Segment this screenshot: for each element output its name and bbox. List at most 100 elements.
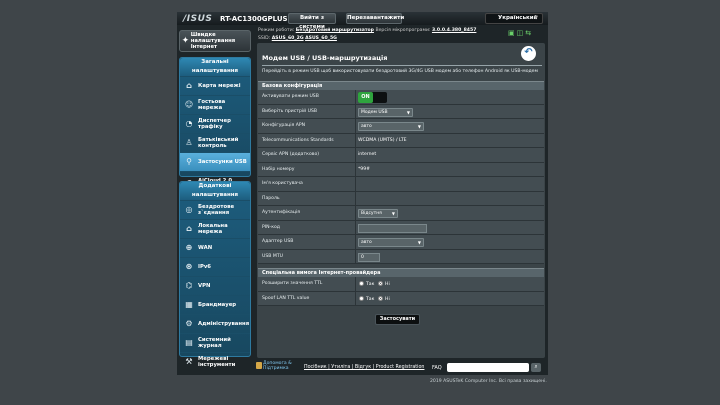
usb-adapter-value: авто	[361, 240, 372, 245]
toggle-on-label: ON	[358, 92, 373, 103]
telecom-label: Telecommunications Standards	[262, 137, 334, 143]
help-support-link[interactable]: Допомога & Підтримка	[263, 361, 301, 371]
sidebar-item-parental-control[interactable]: ♙ Батьківський контроль	[180, 133, 250, 152]
apn-service-label: Сервіс APN (додатково)	[262, 152, 320, 157]
usb-adapter-select[interactable]: авто ▼	[358, 238, 424, 247]
vpn-icon: ⌬	[185, 281, 193, 290]
parental-control-icon: ♙	[185, 138, 193, 147]
sidebar-item-wireless[interactable]: ◎ Бездротове з`єднання	[180, 200, 250, 219]
general-settings-group: Загальні налаштування ⌂ Карта мережі ☺ Гос…	[179, 57, 251, 185]
sidebar-item-ipv6[interactable]: ⊛ IPv6	[180, 257, 250, 276]
search-icon[interactable]: ⌕	[531, 363, 541, 372]
network-map-icon: ⌂	[186, 81, 192, 90]
row-usb-mtu: USB MTU 0	[258, 249, 544, 264]
row-pin-code: PIN-код	[258, 220, 544, 235]
wand-icon: ✦	[181, 36, 190, 46]
lan-icon: ⌂	[186, 224, 192, 233]
extend-ttl-no-radio[interactable]: Ні	[378, 281, 390, 287]
sidebar-item-firewall[interactable]: ▦ Брандмауер	[180, 295, 250, 314]
sidebar-item-label: WAN	[198, 245, 213, 251]
fw-value[interactable]: 3.0.0.4.380_8457	[432, 28, 476, 33]
wan-icon: ⊕	[185, 243, 193, 252]
pin-code-label: PIN-код	[262, 224, 280, 230]
copyright: 2019 ASUSTeK Computer Inc. Всі права зах…	[430, 379, 547, 384]
chevron-down-icon: ▼	[534, 15, 538, 21]
language-select[interactable]: Український ▼	[485, 13, 543, 24]
sidebar-item-network-map[interactable]: ⌂ Карта мережі	[180, 76, 250, 95]
sidebar-item-wan[interactable]: ⊕ WAN	[180, 238, 250, 257]
sidebar-item-traffic-manager[interactable]: ◔ Диспетчер трафіку	[180, 114, 250, 133]
sidebar-item-label: VPN	[198, 283, 211, 289]
sidebar-item-lan[interactable]: ⌂ Локальна мережа	[180, 219, 250, 238]
usb-device-label: Виберіть пристрій USB	[262, 108, 318, 114]
footer-links-text[interactable]: Посібник | Утиліта | Відгук | Product Re…	[304, 365, 424, 370]
spoof-ttl-yes-radio[interactable]: Так	[359, 295, 375, 302]
enable-usb-toggle[interactable]: ON	[358, 92, 387, 103]
admin-icon: ⚙	[185, 319, 193, 328]
spoof-ttl-no-radio[interactable]: Ні	[378, 295, 390, 302]
section-isp-special: Спеціальна вимога Інтернет-провайдера	[258, 268, 544, 277]
asus-logo: /ISUS	[183, 14, 213, 24]
logout-button[interactable]: Вийти з системи	[288, 13, 336, 30]
sidebar-item-label: Застосунки USB	[198, 159, 247, 165]
ssid-5g[interactable]: ASUS_60_5G	[305, 36, 337, 41]
footer-links[interactable]: Посібник | Утиліта | Відгук | Product Re…	[304, 365, 424, 370]
usb-mtu-label: USB MTU	[262, 253, 284, 259]
sidebar-item-vpn[interactable]: ⌬ VPN	[180, 276, 250, 295]
radio-yes-label: Так	[366, 296, 375, 302]
password-label: Пароль	[262, 195, 280, 201]
status-bar: Режим роботи: Бездротовий маршрутизатор …	[258, 27, 548, 43]
advanced-settings-group: Додаткові налаштування ◎ Бездротове з`єдн…	[179, 181, 251, 368]
mode-value[interactable]: Бездротовий маршрутизатор	[296, 28, 374, 33]
spoof-ttl-label: Spoof LAN TTL value	[262, 295, 310, 301]
apn-config-value: авто	[361, 124, 372, 129]
row-authentication: Аутентифікація Відсутня ▼	[258, 206, 544, 221]
faq-search-input[interactable]	[447, 363, 529, 372]
apn-config-label: Конфігурація APN	[262, 123, 306, 128]
advanced-settings-title: Додаткові налаштування	[180, 182, 250, 200]
usb-status-icon[interactable]: ⇆	[525, 29, 531, 37]
row-password: Пароль	[258, 191, 544, 206]
sidebar-item-administration[interactable]: ⚙ Адміністрування	[180, 314, 250, 333]
sidebar-item-label: IPv6	[198, 264, 211, 270]
row-extend-ttl: Розширити значення TTL Так Ні	[258, 277, 544, 292]
back-arrow-icon[interactable]: ↶	[521, 46, 536, 61]
ssid-2g[interactable]: ASUS_60_2G	[272, 36, 304, 41]
usb-icon: ⚲	[186, 157, 192, 166]
sidebar-item-label: Брандмауер	[198, 302, 237, 308]
sidebar-item-network-tools[interactable]: ⚒ Мережеві інструменти	[180, 352, 250, 371]
internet-status-icon[interactable]: ◫	[517, 29, 524, 37]
sidebar-item-guest-network[interactable]: ☺ Гостьова мережа	[180, 95, 250, 114]
apn-service-value[interactable]: internet	[358, 152, 376, 157]
authentication-select[interactable]: Відсутня ▼	[358, 209, 398, 218]
section-basic-config: Базова конфігурація	[258, 81, 544, 90]
traffic-manager-icon: ◔	[185, 119, 193, 128]
dial-number-value[interactable]: *99#	[358, 167, 370, 172]
ssid-label: SSID:	[258, 36, 271, 41]
authentication-label: Аутентифікація	[262, 210, 300, 215]
usb-mtu-input[interactable]: 0	[358, 252, 380, 262]
chevron-down-icon: ▼	[417, 124, 421, 129]
sidebar-item-label: Бездротове з`єднання	[198, 204, 235, 216]
row-usb-device: Виберіть пристрій USB Модем USB ▼	[258, 104, 544, 119]
row-dial-number: Набір номеру *99#	[258, 162, 544, 177]
apn-config-select[interactable]: авто ▼	[358, 122, 424, 131]
status-icons: ▣ ◫ ⇆	[508, 29, 533, 37]
general-settings-title: Загальні налаштування	[180, 58, 250, 76]
sidebar-item-label: Системний журнал	[198, 337, 231, 349]
fw-label: Версія мікропрограми:	[375, 28, 431, 33]
connection-status-icon[interactable]: ▣	[508, 29, 515, 37]
row-spoof-ttl: Spoof LAN TTL value Так Ні	[258, 291, 544, 306]
telecom-value: WCDMA (UMTS) / LTE	[358, 137, 407, 143]
usb-device-select[interactable]: Модем USB ▼	[358, 107, 413, 117]
extend-ttl-yes-radio[interactable]: Так	[359, 281, 374, 287]
sidebar-item-label: Карта мережі	[198, 83, 241, 89]
sidebar-item-usb-apps[interactable]: ⚲ Застосунки USB	[180, 152, 250, 171]
pin-code-input[interactable]	[358, 223, 427, 233]
sidebar-item-syslog[interactable]: ▤ Системний журнал	[180, 333, 250, 352]
reboot-button[interactable]: Перезавантажити	[346, 13, 404, 24]
apply-button[interactable]: Застосувати	[375, 314, 420, 325]
extend-ttl-label: Розширити значення TTL	[262, 281, 323, 286]
help-icon	[256, 362, 262, 369]
quick-setup-button[interactable]: ✦ Швидке налаштування Інтернет	[179, 30, 251, 52]
